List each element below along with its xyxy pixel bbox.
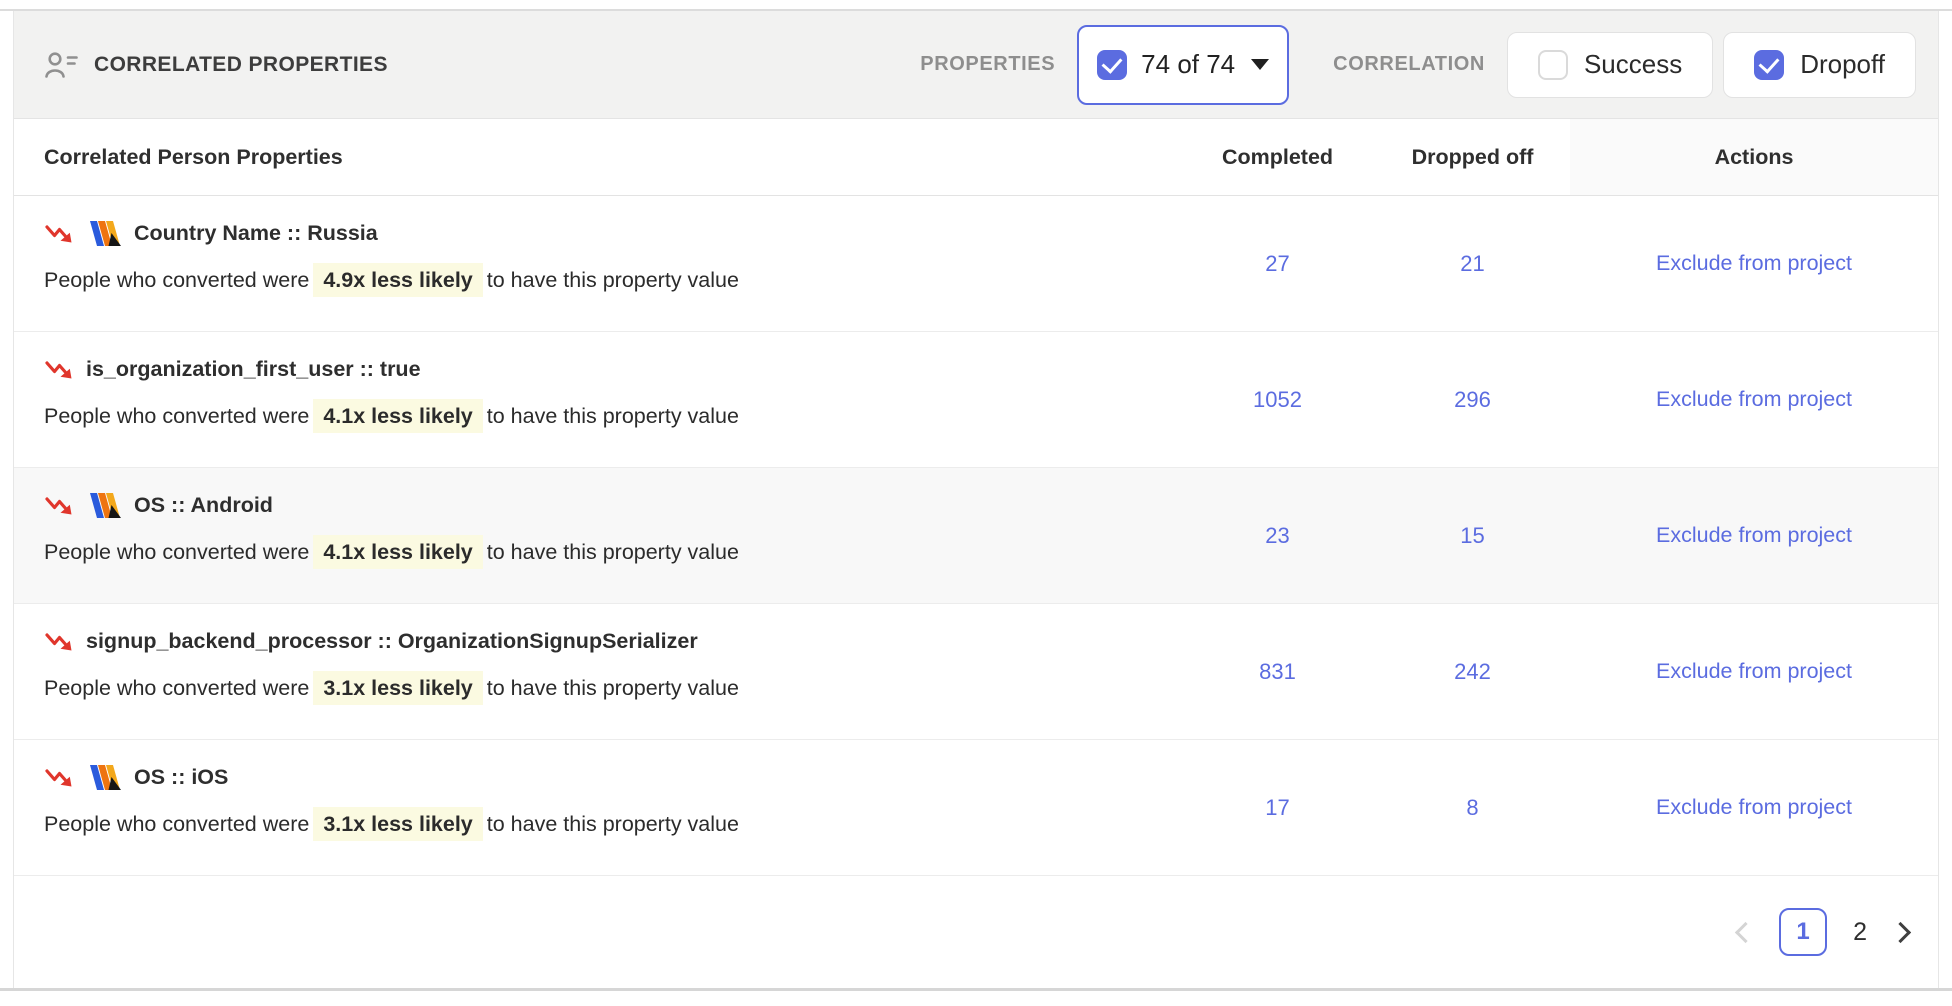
multiplier-highlight: 3.1x less likely bbox=[313, 671, 482, 705]
multiplier-highlight: 4.9x less likely bbox=[313, 263, 482, 297]
chevron-left-icon[interactable] bbox=[1735, 921, 1756, 942]
column-header-completed: Completed bbox=[1180, 145, 1375, 170]
property-title: is_organization_first_user :: true bbox=[44, 354, 1180, 384]
page-button-2[interactable]: 2 bbox=[1853, 918, 1867, 947]
table-row: OS :: iOS People who converted were3.1x … bbox=[14, 740, 1938, 876]
properties-label: PROPERTIES bbox=[920, 53, 1055, 76]
dropoff-filter-label: Dropoff bbox=[1800, 49, 1885, 80]
posthog-logo-icon bbox=[86, 491, 122, 520]
dropped-count-link[interactable]: 15 bbox=[1375, 468, 1570, 603]
completed-count-link[interactable]: 831 bbox=[1180, 604, 1375, 739]
property-title-text: OS :: iOS bbox=[134, 762, 228, 792]
pagination: 1 2 bbox=[14, 876, 1938, 988]
success-filter-label: Success bbox=[1584, 49, 1682, 80]
property-title-text: signup_backend_processor :: Organization… bbox=[86, 626, 698, 656]
correlation-description: People who converted were3.1x less likel… bbox=[44, 672, 1180, 704]
column-header-dropped: Dropped off bbox=[1375, 145, 1570, 170]
dropped-count-link[interactable]: 296 bbox=[1375, 332, 1570, 467]
correlation-description: People who converted were4.9x less likel… bbox=[44, 264, 1180, 296]
toolbar: CORRELATED PROPERTIES PROPERTIES 74 of 7… bbox=[14, 11, 1938, 119]
correlated-properties-panel: CORRELATED PROPERTIES PROPERTIES 74 of 7… bbox=[13, 11, 1939, 988]
dropoff-filter-button[interactable]: Dropoff bbox=[1723, 32, 1916, 98]
posthog-logo-icon bbox=[86, 763, 122, 792]
properties-checkbox[interactable] bbox=[1097, 50, 1127, 80]
column-header-actions: Actions bbox=[1570, 119, 1938, 195]
panel-title: CORRELATED PROPERTIES bbox=[94, 53, 388, 77]
table-row: is_organization_first_user :: true Peopl… bbox=[14, 332, 1938, 468]
description-suffix: to have this property value bbox=[487, 676, 739, 700]
correlation-label: CORRELATION bbox=[1333, 53, 1485, 76]
table-row: OS :: Android People who converted were4… bbox=[14, 468, 1938, 604]
trending-down-icon bbox=[44, 357, 74, 382]
caret-down-icon bbox=[1251, 59, 1269, 70]
dropped-count-link[interactable]: 8 bbox=[1375, 740, 1570, 875]
property-title: OS :: iOS bbox=[44, 762, 1180, 792]
description-suffix: to have this property value bbox=[487, 268, 739, 292]
correlation-description: People who converted were4.1x less likel… bbox=[44, 536, 1180, 568]
person-properties-icon bbox=[44, 51, 80, 79]
description-prefix: People who converted were bbox=[44, 540, 309, 564]
property-title: signup_backend_processor :: Organization… bbox=[44, 626, 1180, 656]
chevron-right-icon[interactable] bbox=[1890, 921, 1911, 942]
completed-count-link[interactable]: 1052 bbox=[1180, 332, 1375, 467]
exclude-from-project-link[interactable]: Exclude from project bbox=[1656, 251, 1852, 276]
column-header-property: Correlated Person Properties bbox=[14, 145, 1180, 170]
completed-count-link[interactable]: 27 bbox=[1180, 196, 1375, 331]
property-title: OS :: Android bbox=[44, 490, 1180, 520]
dropped-count-link[interactable]: 242 bbox=[1375, 604, 1570, 739]
description-prefix: People who converted were bbox=[44, 676, 309, 700]
success-filter-button[interactable]: Success bbox=[1507, 32, 1713, 98]
table-row: signup_backend_processor :: Organization… bbox=[14, 604, 1938, 740]
description-suffix: to have this property value bbox=[487, 404, 739, 428]
exclude-from-project-link[interactable]: Exclude from project bbox=[1656, 795, 1852, 820]
description-suffix: to have this property value bbox=[487, 540, 739, 564]
panel-bottom-border bbox=[0, 988, 1952, 991]
description-prefix: People who converted were bbox=[44, 404, 309, 428]
description-prefix: People who converted were bbox=[44, 812, 309, 836]
property-title-text: Country Name :: Russia bbox=[134, 218, 378, 248]
table-header-row: Correlated Person Properties Completed D… bbox=[14, 119, 1938, 196]
description-prefix: People who converted were bbox=[44, 268, 309, 292]
multiplier-highlight: 4.1x less likely bbox=[313, 399, 482, 433]
success-checkbox[interactable] bbox=[1538, 50, 1568, 80]
dropped-count-link[interactable]: 21 bbox=[1375, 196, 1570, 331]
completed-count-link[interactable]: 23 bbox=[1180, 468, 1375, 603]
correlation-description: People who converted were4.1x less likel… bbox=[44, 400, 1180, 432]
property-title-text: is_organization_first_user :: true bbox=[86, 354, 421, 384]
dropoff-checkbox[interactable] bbox=[1754, 50, 1784, 80]
multiplier-highlight: 3.1x less likely bbox=[313, 807, 482, 841]
completed-count-link[interactable]: 17 bbox=[1180, 740, 1375, 875]
description-suffix: to have this property value bbox=[487, 812, 739, 836]
correlation-description: People who converted were3.1x less likel… bbox=[44, 808, 1180, 840]
posthog-logo-icon bbox=[86, 219, 122, 248]
exclude-from-project-link[interactable]: Exclude from project bbox=[1656, 387, 1852, 412]
property-title-text: OS :: Android bbox=[134, 490, 273, 520]
panel-header: CORRELATED PROPERTIES bbox=[44, 51, 388, 79]
trending-down-icon bbox=[44, 493, 74, 518]
properties-dropdown[interactable]: 74 of 74 bbox=[1077, 25, 1289, 105]
trending-down-icon bbox=[44, 221, 74, 246]
properties-dropdown-value: 74 of 74 bbox=[1141, 49, 1235, 80]
table-row: Country Name :: Russia People who conver… bbox=[14, 196, 1938, 332]
exclude-from-project-link[interactable]: Exclude from project bbox=[1656, 659, 1852, 684]
property-title: Country Name :: Russia bbox=[44, 218, 1180, 248]
trending-down-icon bbox=[44, 765, 74, 790]
multiplier-highlight: 4.1x less likely bbox=[313, 535, 482, 569]
trending-down-icon bbox=[44, 629, 74, 654]
exclude-from-project-link[interactable]: Exclude from project bbox=[1656, 523, 1852, 548]
page-button-1[interactable]: 1 bbox=[1779, 908, 1827, 956]
